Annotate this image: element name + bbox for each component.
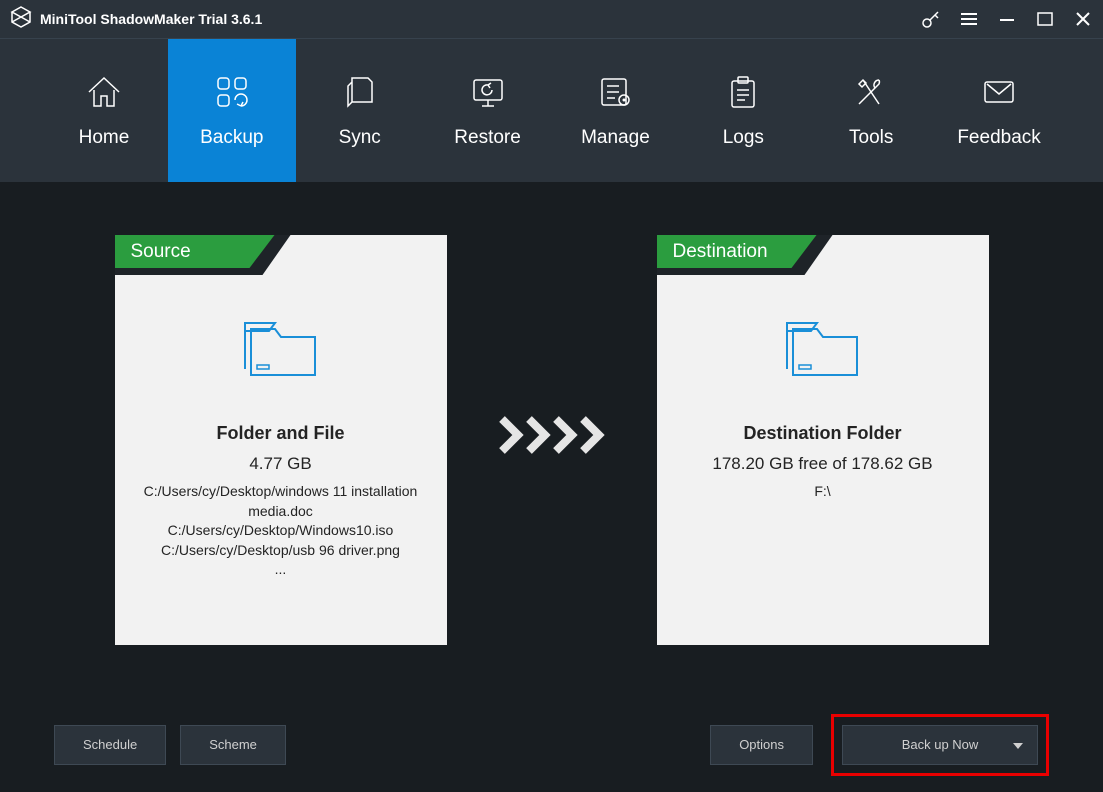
nav-feedback[interactable]: Feedback	[935, 39, 1063, 182]
nav-label: Manage	[581, 127, 650, 149]
nav-label: Logs	[723, 127, 764, 149]
source-card[interactable]: Source Folder and File 4.77 GB C:/Users/…	[115, 235, 447, 645]
destination-title: Destination Folder	[657, 423, 989, 444]
restore-icon	[468, 72, 508, 112]
folder-icon	[783, 315, 863, 383]
main-window: MiniTool ShadowMaker Trial 3.6.1 Home	[0, 0, 1103, 792]
scheme-button[interactable]: Scheme	[180, 725, 286, 765]
content-area: Source Folder and File 4.77 GB C:/Users/…	[0, 183, 1103, 697]
backup-icon	[212, 72, 252, 112]
source-path: C:/Users/cy/Desktop/Windows10.iso	[135, 521, 427, 541]
app-logo-icon	[10, 6, 32, 33]
logs-icon	[723, 72, 763, 112]
destination-card[interactable]: Destination Destination Folder 178.20 GB…	[657, 235, 989, 645]
chevron-down-icon	[1013, 737, 1023, 752]
nav-manage[interactable]: Manage	[552, 39, 680, 182]
options-button[interactable]: Options	[710, 725, 813, 765]
key-icon[interactable]	[921, 9, 941, 29]
source-path: C:/Users/cy/Desktop/windows 11 installat…	[135, 482, 427, 521]
source-body: Folder and File 4.77 GB C:/Users/cy/Desk…	[115, 235, 447, 580]
source-path: C:/Users/cy/Desktop/usb 96 driver.png	[135, 541, 427, 561]
footer-left: Schedule Scheme	[54, 725, 286, 765]
source-title: Folder and File	[115, 423, 447, 444]
sync-icon	[340, 72, 380, 112]
nav-home[interactable]: Home	[40, 39, 168, 182]
nav-label: Restore	[454, 127, 521, 149]
feedback-icon	[979, 72, 1019, 112]
nav-label: Backup	[200, 127, 263, 149]
folder-icon	[241, 315, 321, 383]
manage-icon	[595, 72, 635, 112]
footer-right: Options Back up Now	[710, 714, 1049, 776]
source-tab: Source	[115, 235, 275, 268]
home-icon	[84, 72, 124, 112]
titlebar: MiniTool ShadowMaker Trial 3.6.1	[0, 0, 1103, 38]
schedule-button[interactable]: Schedule	[54, 725, 166, 765]
destination-tab: Destination	[657, 235, 817, 268]
source-size: 4.77 GB	[115, 454, 447, 474]
source-more: ...	[135, 560, 427, 580]
nav-backup[interactable]: Backup	[168, 39, 296, 182]
arrows-icon	[497, 414, 607, 467]
nav-tools[interactable]: Tools	[807, 39, 935, 182]
menu-icon[interactable]	[959, 9, 979, 29]
footer: Schedule Scheme Options Back up Now	[0, 697, 1103, 792]
tools-icon	[851, 72, 891, 112]
destination-size: 178.20 GB free of 178.62 GB	[657, 454, 989, 474]
maximize-icon[interactable]	[1035, 9, 1055, 29]
backup-now-label: Back up Now	[902, 737, 979, 752]
source-paths: C:/Users/cy/Desktop/windows 11 installat…	[115, 482, 447, 580]
highlight-box: Back up Now	[831, 714, 1049, 776]
titlebar-controls	[921, 9, 1093, 29]
close-icon[interactable]	[1073, 9, 1093, 29]
titlebar-title: MiniTool ShadowMaker Trial 3.6.1	[40, 11, 921, 27]
nav-label: Sync	[339, 127, 381, 149]
nav-label: Home	[79, 127, 130, 149]
backup-now-button[interactable]: Back up Now	[842, 725, 1038, 765]
nav-label: Feedback	[957, 127, 1040, 149]
nav-label: Tools	[849, 127, 893, 149]
destination-path: F:\	[657, 482, 989, 502]
minimize-icon[interactable]	[997, 9, 1017, 29]
nav-sync[interactable]: Sync	[296, 39, 424, 182]
nav-logs[interactable]: Logs	[679, 39, 807, 182]
nav-restore[interactable]: Restore	[424, 39, 552, 182]
navbar: Home Backup Sync Restore Manage Logs Too…	[0, 38, 1103, 183]
